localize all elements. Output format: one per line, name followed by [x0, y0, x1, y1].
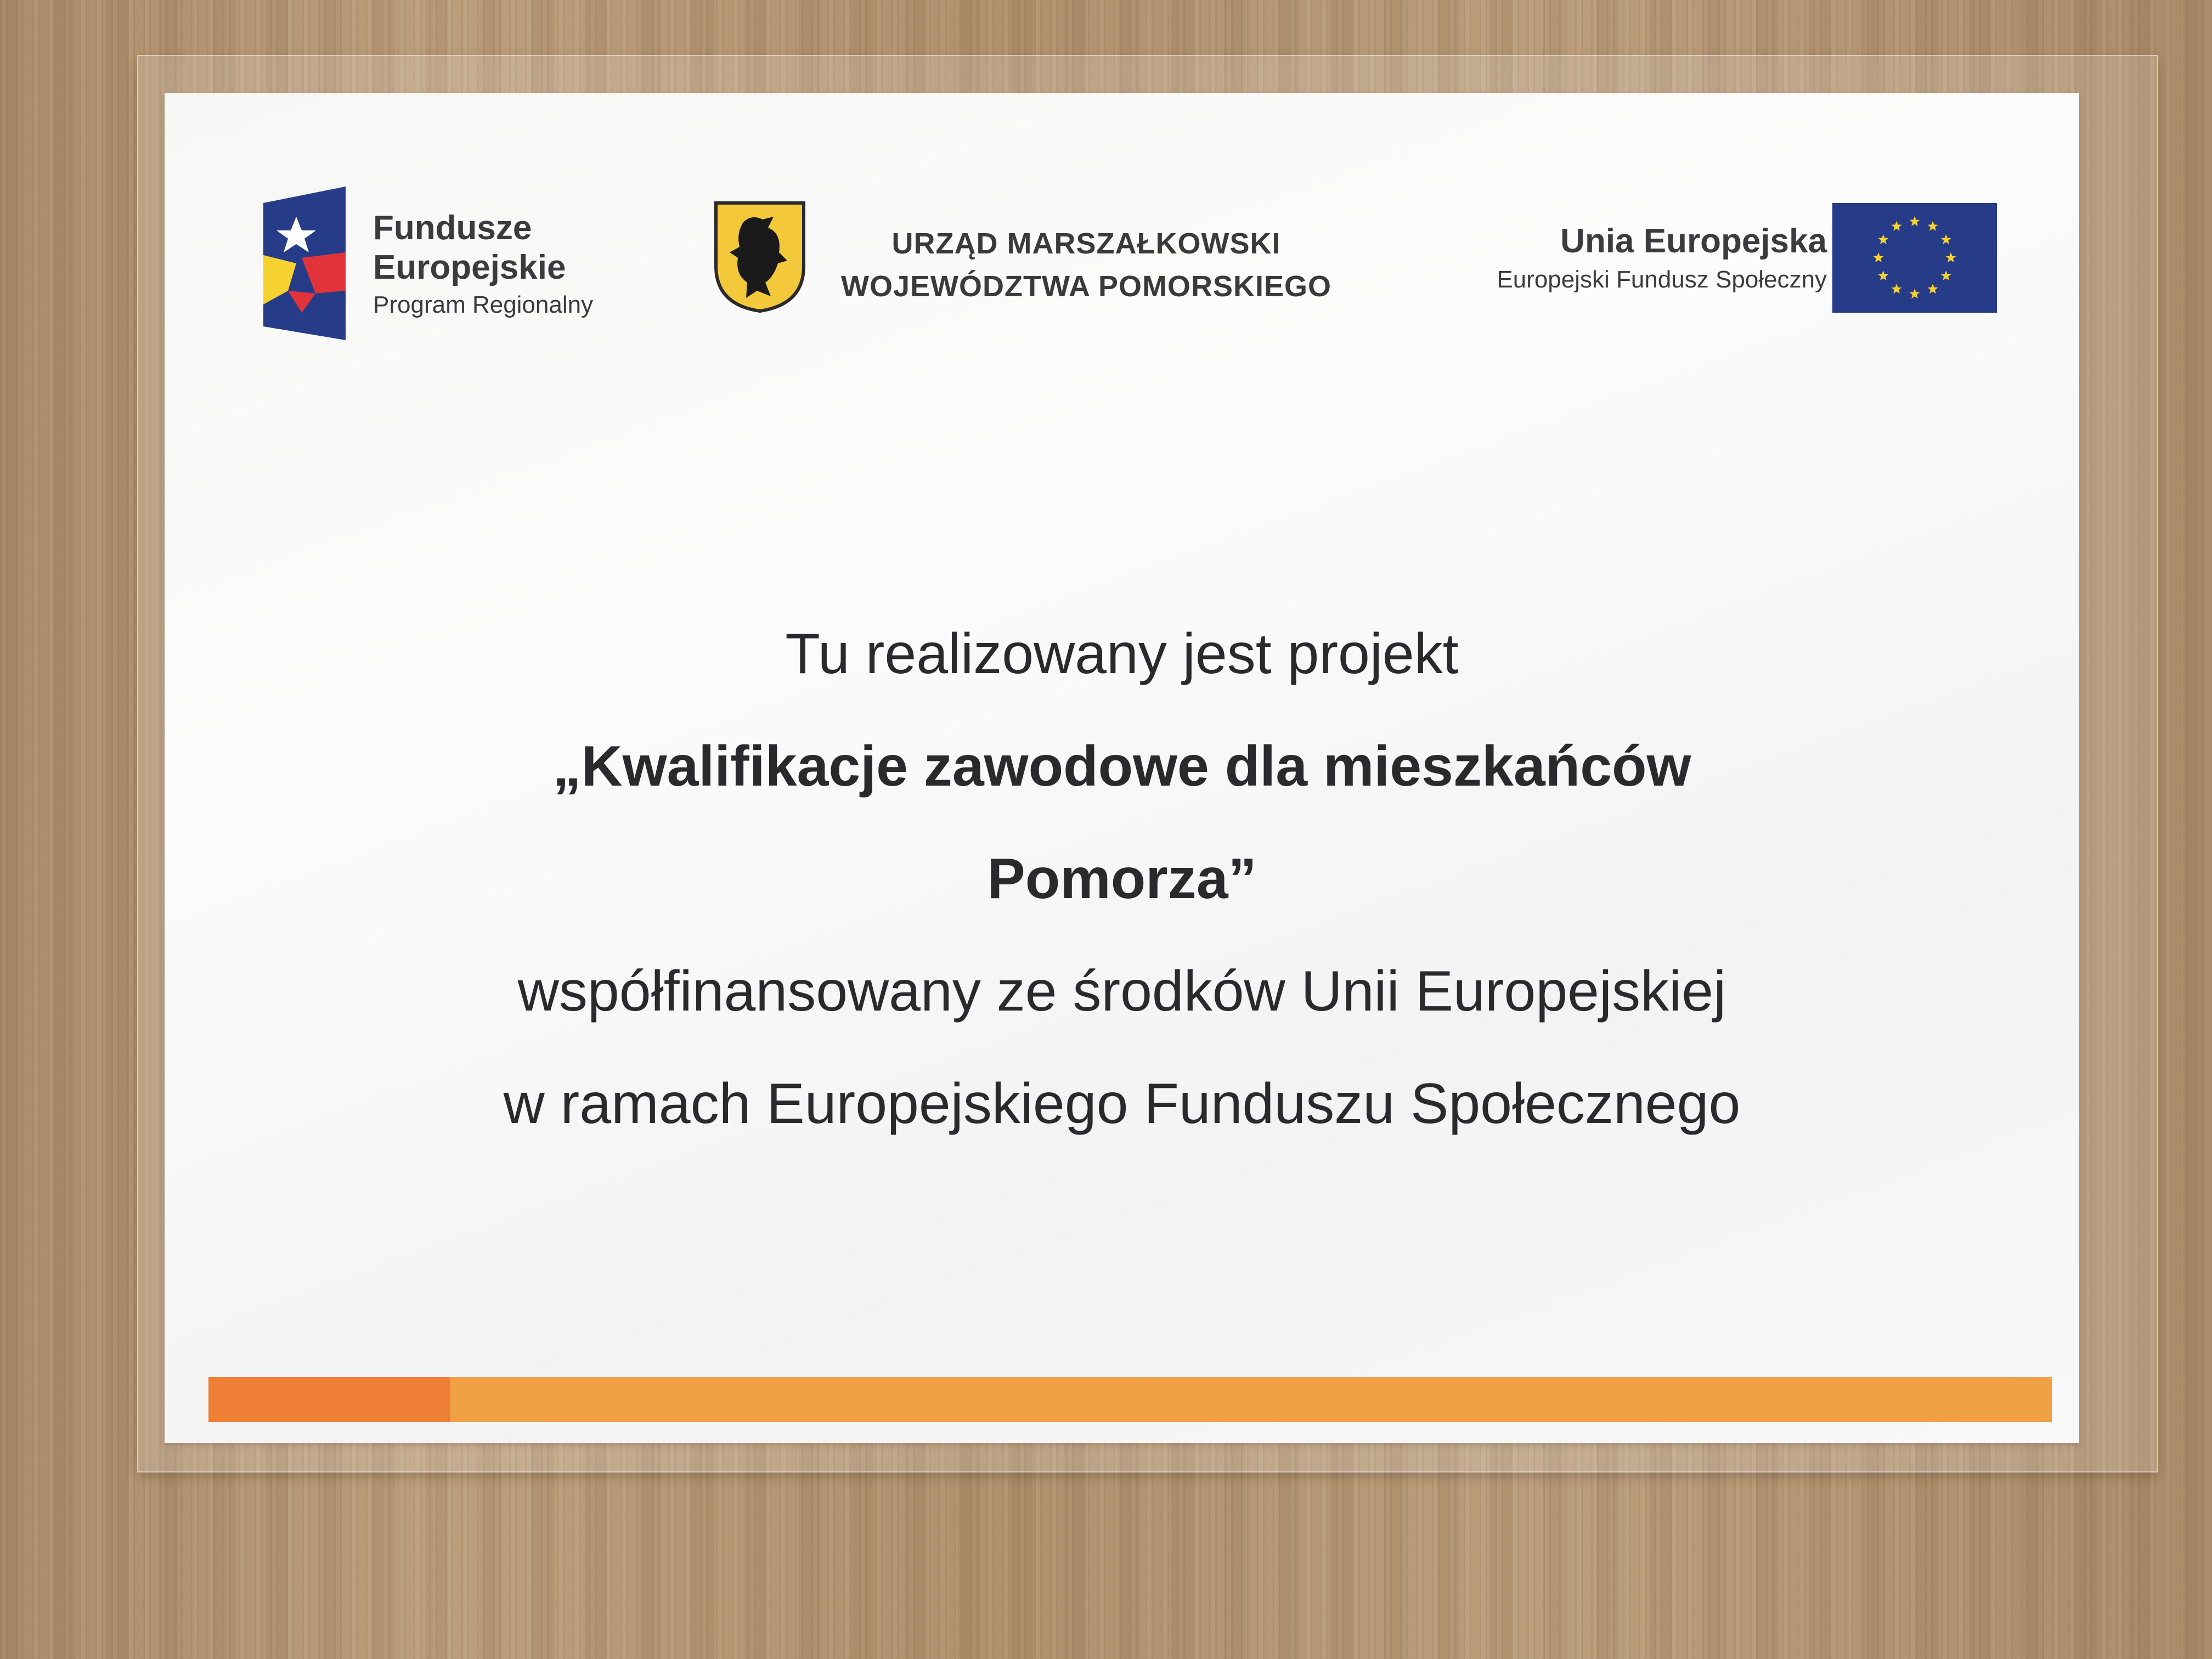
urzad-marszalkowski-logo: URZĄD MARSZAŁKOWSKI WOJEWÓDZTWA POMORSKI…	[713, 200, 1372, 321]
fundusze-europejskie-logo: Fundusze Europejskie Program Regionalny	[263, 187, 647, 351]
fundusze-europejskie-star-icon	[263, 187, 346, 340]
project-title-line1: „Kwalifikacje zawodowe dla mieszkańców	[552, 735, 1691, 798]
fundusze-title-line1: Fundusze	[373, 209, 532, 247]
ue-subtitle: Europejski Fundusz Społeczny	[1497, 266, 1827, 293]
urzad-line1: URZĄD MARSZAŁKOWSKI	[891, 227, 1281, 260]
eu-flag-icon	[1832, 203, 1997, 313]
fund-line: w ramach Europejskiego Funduszu Społeczn…	[503, 1072, 1741, 1136]
fundusze-subtitle: Program Regionalny	[373, 291, 594, 318]
fundusze-title-line2: Europejskie	[373, 249, 566, 286]
cofinancing-line: współfinansowany ze środków Unii Europej…	[517, 960, 1726, 1023]
fundusze-europejskie-text: Fundusze Europejskie Program Regionalny	[373, 208, 593, 323]
orange-footer-bar	[208, 1377, 2052, 1422]
ue-title: Unia Europejska	[1560, 222, 1827, 260]
urzad-text: URZĄD MARSZAŁKOWSKI WOJEWÓDZTWA POMORSKI…	[823, 222, 1350, 308]
orange-footer-bar-accent	[208, 1377, 450, 1422]
ue-text: Unia Europejska Europejski Fundusz Społe…	[1497, 219, 1827, 296]
notice-sheet: Fundusze Europejskie Program Regionalny …	[165, 93, 2079, 1443]
unia-europejska-logo: Unia Europejska Europejski Fundusz Społe…	[1426, 203, 2030, 335]
griffin-crest-icon	[714, 201, 805, 313]
photo-background: { "logos": { "fundusze": { "line1": "Fun…	[0, 0, 2212, 1659]
project-title-line2: Pomorza”	[987, 847, 1257, 911]
project-notice-text: Tu realizowany jest projekt „Kwalifikacj…	[165, 598, 2079, 1160]
notice-line-intro: Tu realizowany jest projekt	[785, 622, 1459, 686]
urzad-line2: WOJEWÓDZTWA POMORSKIEGO	[841, 270, 1331, 303]
